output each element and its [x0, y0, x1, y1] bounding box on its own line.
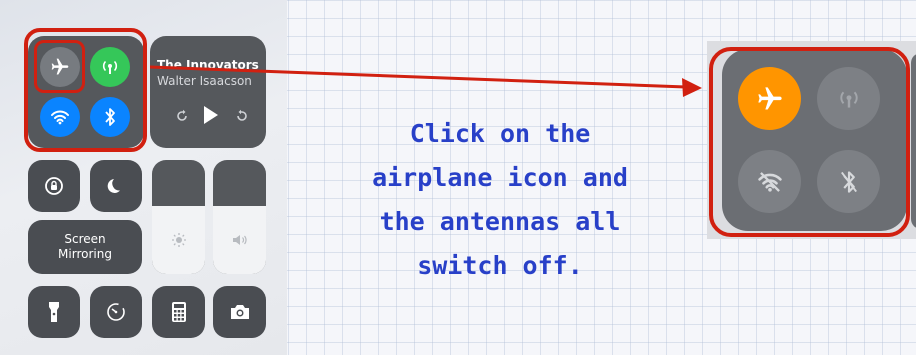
zoomed-highlight-box [709, 47, 910, 237]
forward-icon [237, 109, 247, 121]
caption-line-4: switch off. [417, 251, 583, 280]
rewind-button[interactable] [174, 108, 190, 124]
volume-icon [232, 234, 247, 245]
play-icon [204, 106, 218, 124]
camera-icon [230, 305, 249, 319]
brightness-icon [171, 232, 186, 247]
do-not-disturb-button[interactable] [90, 160, 142, 212]
rewind-icon [177, 109, 187, 121]
instruction-caption: Click on the airplane icon and the anten… [300, 112, 700, 288]
screen-mirroring-label-line2: Mirroring [58, 247, 112, 261]
moon-icon [107, 179, 120, 193]
forward-button[interactable] [234, 108, 250, 124]
timer-icon [107, 303, 125, 321]
flashlight-icon [49, 302, 59, 322]
pointer-arrow [150, 65, 702, 97]
caption-line-3: the antennas all [379, 207, 621, 236]
screen-mirroring-button[interactable]: Screen Mirroring [28, 220, 142, 274]
volume-slider[interactable] [213, 160, 266, 274]
orientation-lock-icon [45, 177, 63, 195]
caption-line-1: Click on the [409, 119, 591, 148]
brightness-slider-fill [152, 205, 205, 274]
airplane-highlight-box [34, 40, 85, 93]
adjacent-tile-edge [911, 53, 916, 229]
brightness-slider[interactable] [152, 160, 205, 274]
calculator-button[interactable] [152, 286, 205, 338]
timer-button[interactable] [90, 286, 142, 338]
orientation-lock-button[interactable] [28, 160, 80, 212]
caption-line-2: airplane icon and [372, 163, 628, 192]
play-button[interactable] [201, 104, 221, 126]
flashlight-button[interactable] [28, 286, 80, 338]
calculator-icon [171, 302, 186, 322]
camera-button[interactable] [213, 286, 266, 338]
volume-slider-fill [213, 205, 266, 274]
screen-mirroring-label-line1: Screen [64, 232, 106, 246]
